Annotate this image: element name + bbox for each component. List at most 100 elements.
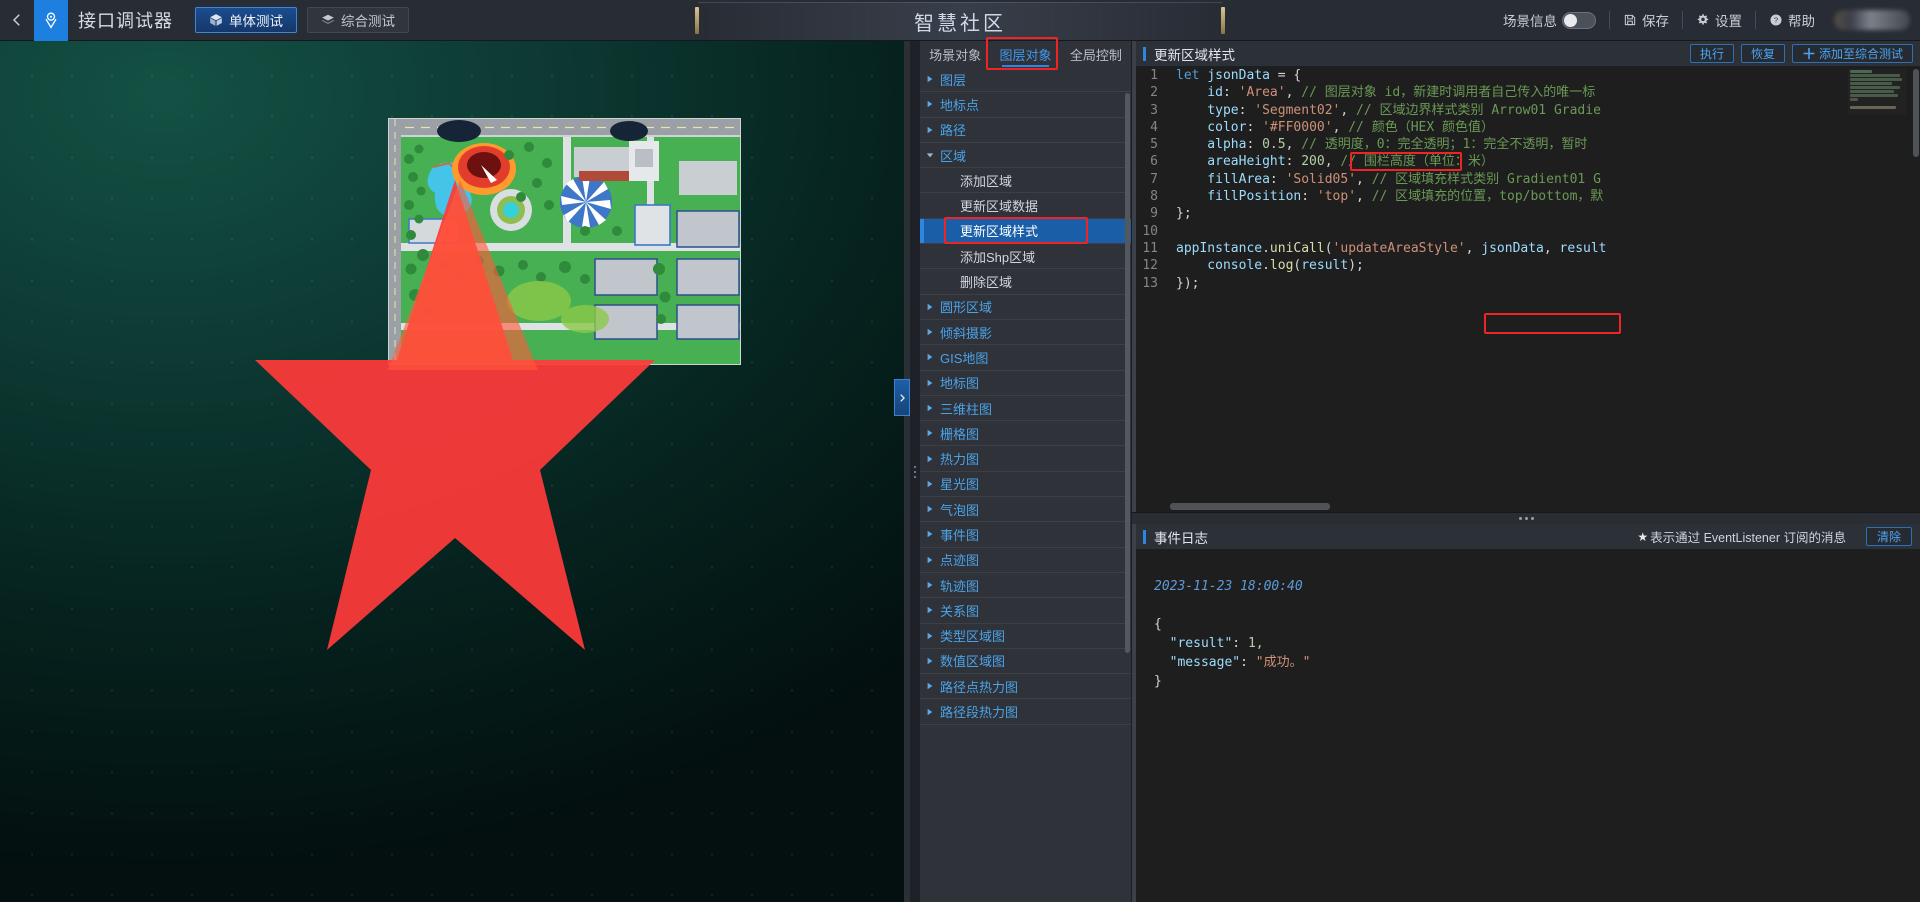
editor-minimap[interactable] [1848,69,1906,115]
tree-node-19[interactable]: 点迹图 [920,548,1131,573]
tree-node-label: 三维柱图 [940,401,993,417]
chevron-right-icon[interactable] [920,581,940,589]
line-content[interactable]: let jsonData = { [1170,67,1301,84]
scene-info-toggle[interactable] [1562,11,1596,29]
line-content[interactable]: color: '#FF0000', // 颜色（HEX 颜色值） [1170,119,1494,136]
chevron-right-icon[interactable] [920,75,940,83]
line-content[interactable]: appInstance.uniCall('updateAreaStyle', j… [1170,240,1607,257]
clear-log-button[interactable]: 清除 [1865,527,1912,546]
line-content[interactable]: fillPosition: 'top', // 区域填充的位置，top/bott… [1170,188,1603,205]
help-button[interactable]: ? 帮助 [1756,7,1828,33]
tree-node-3[interactable]: 区域 [920,143,1131,169]
chevron-right-icon[interactable] [920,632,940,640]
line-content[interactable]: alpha: 0.5, // 透明度，0：完全透明；1：完全不透明，暂时 [1170,136,1587,153]
tree-node-10[interactable]: 倾斜摄影 [920,320,1131,346]
chevron-right-icon[interactable] [920,303,940,311]
line-content[interactable] [1170,223,1176,240]
header-accent-bar [1143,46,1146,61]
code-editor[interactable]: 1 let jsonData = {2 id: 'Area', // 图层对象 i… [1136,67,1920,512]
tab-single-test[interactable]: 单体测试 [195,7,297,33]
chevron-right-icon[interactable] [920,379,940,387]
chevron-right-icon[interactable] [920,429,940,437]
tree-node-16[interactable]: 星光图 [920,472,1131,498]
log-content[interactable]: 2023-11-23 18:00:40 { "result": 1, "mess… [1136,550,1920,902]
execute-button[interactable]: 执行 [1689,44,1734,63]
scene-info-toggle-group[interactable]: 场景信息 [1490,7,1609,33]
chevron-right-icon[interactable] [920,530,940,538]
tree-node-18[interactable]: 事件图 [920,522,1131,548]
save-button[interactable]: 保存 [1610,7,1682,33]
chevron-right-icon[interactable] [920,657,940,665]
chevron-down-icon[interactable] [920,151,940,159]
tree-node-23[interactable]: 数值区域图 [920,649,1131,675]
viewport-tree-resizer[interactable] [910,41,920,902]
settings-button[interactable]: 设置 [1683,7,1755,33]
tree-node-20[interactable]: 轨迹图 [920,573,1131,599]
tree-node-label: 地标图 [940,376,980,392]
avatar[interactable] [1834,10,1910,30]
tree-node-15[interactable]: 热力图 [920,446,1131,472]
tree-node-2[interactable]: 路径 [920,118,1131,143]
log-timestamp: 2023-11-23 18:00:40 [1154,579,1303,594]
tree-node-21[interactable]: 关系图 [920,598,1131,624]
back-arrow-icon[interactable] [0,0,34,41]
chevron-right-icon[interactable] [920,505,940,513]
tree-node-13[interactable]: 三维柱图 [920,396,1131,422]
selected-indicator [920,218,924,244]
chevron-right-icon[interactable] [920,682,940,690]
line-content[interactable]: }; [1170,205,1192,222]
scene-info-label: 场景信息 [1503,14,1557,29]
tree-node-12[interactable]: 地标图 [920,371,1131,396]
tree-node-22[interactable]: 类型区域图 [920,624,1131,649]
tree-node-7[interactable]: 添加Shp区域 [920,244,1131,270]
code-vertical-scrollbar[interactable] [1913,69,1919,157]
line-content[interactable]: console.log(result); [1170,257,1364,274]
chevron-right-icon[interactable] [920,708,940,716]
editor-title: 更新区域样式 [1154,47,1235,63]
app-root: 接口调试器 单体测试 综合测试 智慧社区 场景信息 保存 设置 ? 帮助 场景对… [0,0,1920,902]
line-content[interactable]: type: 'Segment02', // 区域边界样式类别 Arrow01 G… [1170,102,1601,119]
tree-node-11[interactable]: GIS地图 [920,345,1131,371]
tree-node-24[interactable]: 路径点热力图 [920,674,1131,700]
tree-node-5[interactable]: 更新区域数据 [920,193,1131,219]
line-content[interactable]: fillArea: 'Solid05', // 区域填充样式类别 Gradien… [1170,171,1601,188]
panel-collapse-toggle[interactable] [894,379,910,416]
tree-node-17[interactable]: 气泡图 [920,497,1131,523]
panel-splitter[interactable] [1132,512,1920,524]
tree-node-0[interactable]: 图层 [920,67,1131,93]
restore-button[interactable]: 恢复 [1740,44,1785,63]
chevron-right-icon[interactable] [920,353,940,361]
tree-scrollbar[interactable] [1125,93,1130,653]
chevron-right-icon[interactable] [920,480,940,488]
tree-node-list[interactable]: 图层地标点 路径 区域 添加区域 更新区域数据 更新区域样式 添加Shp区域 删除区域 圆形区域… [920,67,1131,902]
tab-layer-objects[interactable]: 图层对象 [990,41,1060,67]
chevron-right-icon[interactable] [920,328,940,336]
chevron-right-icon[interactable] [920,556,940,564]
tree-node-label: 轨迹图 [940,578,980,594]
code-horizontal-scrollbar[interactable] [1170,503,1330,510]
tree-node-6[interactable]: 更新区域样式 [920,216,1131,245]
chevron-right-icon[interactable] [920,100,940,108]
line-content[interactable]: id: 'Area', // 图层对象 id，新建时调用者自己传入的唯一标 [1170,84,1595,101]
add-to-comprehensive-test-button[interactable]: ＋ 添加至综合测试 [1791,44,1913,63]
line-content[interactable]: }); [1170,275,1199,292]
tab-comprehensive-test[interactable]: 综合测试 [307,7,409,33]
log-message-key: "message" [1169,655,1241,670]
3d-viewport[interactable] [0,41,910,902]
tree-node-label: 图层 [940,72,967,88]
chevron-right-icon[interactable] [920,455,940,463]
chevron-right-icon[interactable] [920,606,940,614]
tab-global-control[interactable]: 全局控制 [1061,41,1131,67]
app-title: 接口调试器 [78,11,173,31]
tab-scene-objects[interactable]: 场景对象 [920,41,990,67]
tab-comprehensive-test-label: 综合测试 [341,14,395,29]
tree-node-9[interactable]: 圆形区域 [920,295,1131,320]
chevron-right-icon[interactable] [920,126,940,134]
tree-node-1[interactable]: 地标点 [920,92,1131,118]
tree-node-8[interactable]: 删除区域 [920,269,1131,295]
tree-node-4[interactable]: 添加区域 [920,168,1131,194]
tree-node-25[interactable]: 路径段热力图 [920,699,1131,725]
line-content[interactable]: areaHeight: 200, // 围栏高度（单位：米） [1170,153,1494,170]
tree-node-14[interactable]: 栅格图 [920,421,1131,447]
chevron-right-icon[interactable] [920,404,940,412]
